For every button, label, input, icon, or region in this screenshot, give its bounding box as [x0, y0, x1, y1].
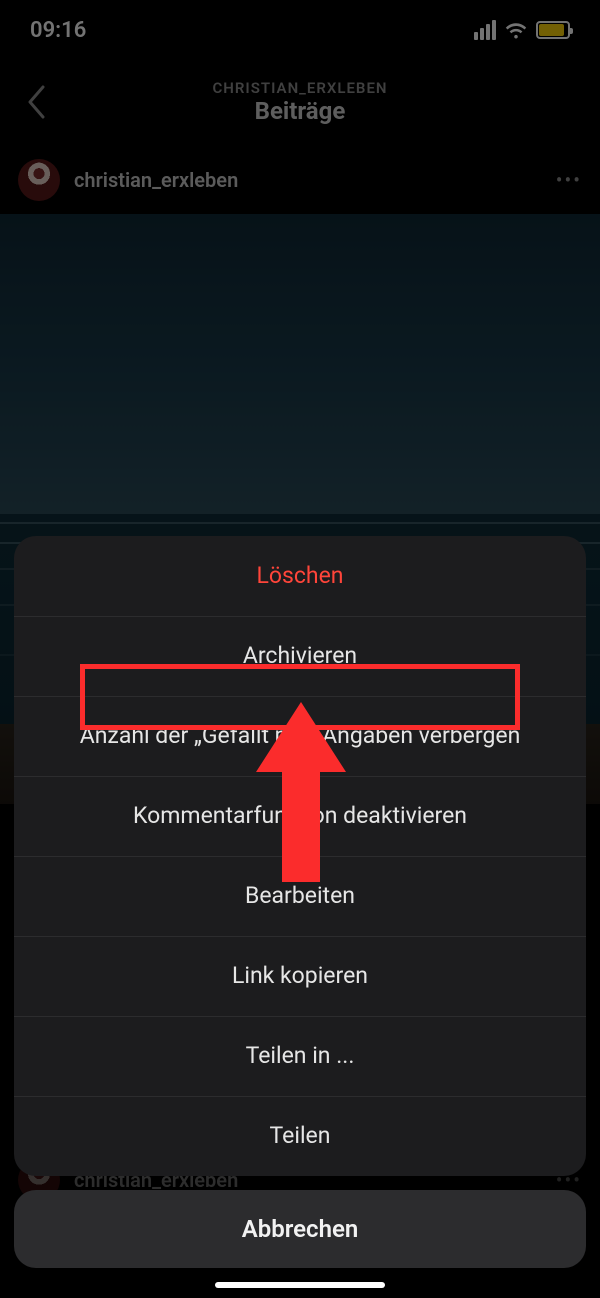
- sheet-item-label: Anzahl der „Gefällt mir"-Angaben verberg…: [80, 722, 521, 751]
- home-indicator[interactable]: [215, 1282, 385, 1288]
- action-sheet-container: Löschen Archivieren Anzahl der „Gefällt …: [14, 536, 586, 1268]
- action-sheet: Löschen Archivieren Anzahl der „Gefällt …: [14, 536, 586, 1176]
- sheet-item-label: Löschen: [257, 562, 344, 591]
- sheet-item-delete[interactable]: Löschen: [14, 536, 586, 616]
- sheet-item-share[interactable]: Teilen: [14, 1096, 586, 1176]
- action-sheet-cancel: Abbrechen: [14, 1190, 586, 1268]
- sheet-item-label: Teilen: [270, 1122, 331, 1151]
- sheet-item-label: Teilen in ...: [246, 1042, 355, 1071]
- sheet-item-disable-comments[interactable]: Kommentarfunktion deaktivieren: [14, 776, 586, 856]
- sheet-item-label: Kommentarfunktion deaktivieren: [133, 802, 467, 831]
- sheet-item-edit[interactable]: Bearbeiten: [14, 856, 586, 936]
- sheet-item-label: Link kopieren: [232, 962, 368, 991]
- sheet-item-copy-link[interactable]: Link kopieren: [14, 936, 586, 1016]
- sheet-item-hide-likes[interactable]: Anzahl der „Gefällt mir"-Angaben verberg…: [14, 696, 586, 776]
- sheet-item-share-in[interactable]: Teilen in ...: [14, 1016, 586, 1096]
- sheet-item-label: Bearbeiten: [245, 882, 355, 911]
- cancel-button[interactable]: Abbrechen: [14, 1190, 586, 1268]
- cancel-label: Abbrechen: [242, 1215, 359, 1243]
- sheet-item-label: Archivieren: [243, 642, 357, 671]
- sheet-item-archive[interactable]: Archivieren: [14, 616, 586, 696]
